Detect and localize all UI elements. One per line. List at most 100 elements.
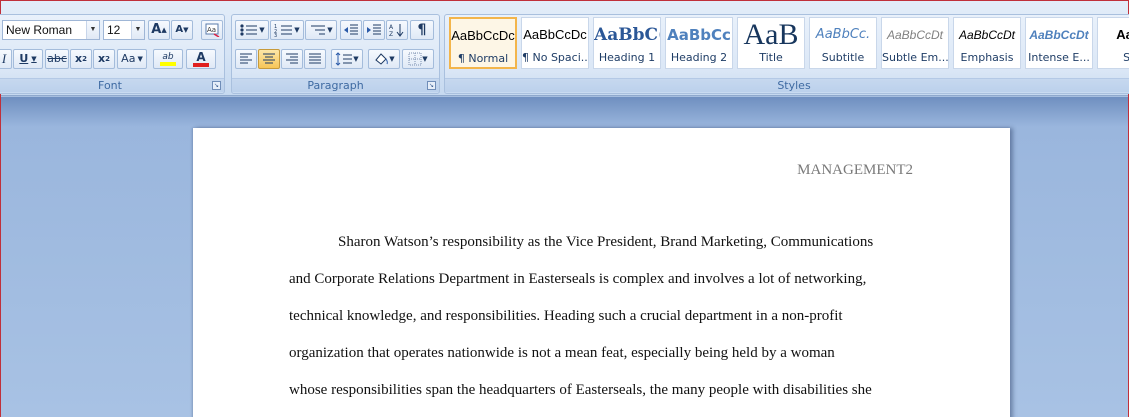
body-line: whose responsibilities span the headquar…	[289, 382, 872, 398]
paragraph-dialog-launcher-icon[interactable]: ↘	[427, 81, 436, 90]
document-area[interactable]: MANAGEMENT2 Sharon Watson’s responsibili…	[1, 97, 1128, 417]
highlight-label: ab	[162, 52, 174, 62]
style-sample: AaBbCcDc	[523, 27, 587, 42]
svg-text:Z: Z	[389, 31, 393, 37]
style-sample: AaBbC(	[594, 25, 660, 45]
svg-text:A: A	[389, 24, 394, 31]
sort-icon: AZ	[389, 24, 404, 37]
style-name: Subtitle	[821, 51, 865, 64]
bullets-icon	[240, 24, 258, 36]
decrease-indent-icon	[344, 24, 358, 35]
style-sample: AaBbCcDt	[886, 28, 944, 42]
multilevel-list-button[interactable]: ▼	[305, 20, 337, 40]
style-subtitle[interactable]: AaBbCc. Subtitle	[809, 17, 877, 69]
subscript-label: x	[75, 52, 83, 65]
body-line: technical knowledge, and responsibilitie…	[289, 308, 843, 324]
clear-formatting-button[interactable]: Aa	[201, 20, 223, 40]
font-dialog-launcher-icon[interactable]: ↘	[212, 81, 221, 90]
style-name: ¶ No Spaci...	[522, 51, 588, 64]
font-name-value: New Roman	[6, 23, 73, 37]
font-color-label: A	[196, 50, 206, 64]
style-name: ¶ Normal	[457, 52, 509, 65]
subscript-button[interactable]: x2	[70, 49, 92, 69]
style-sample: AaBbCc.	[815, 27, 871, 42]
style-subtle-em[interactable]: AaBbCcDt Subtle Em...	[881, 17, 949, 69]
style-name: Str	[1098, 50, 1129, 66]
style-str[interactable]: AaBl Str	[1097, 17, 1129, 69]
style-sample: AaBbCcDc	[451, 28, 515, 43]
change-case-button[interactable]: Aa ▼	[117, 49, 147, 69]
shading-button[interactable]: ▼	[368, 49, 400, 69]
font-name-combo[interactable]: New Roman ▼	[2, 20, 100, 40]
borders-button[interactable]: ▼	[402, 49, 434, 69]
style-name: Subtle Em...	[882, 51, 948, 64]
shrink-font-icon: A	[175, 24, 184, 35]
style-sample: AaBbCc	[667, 26, 731, 44]
style-name: Heading 2	[670, 51, 728, 64]
chevron-down-icon[interactable]: ▼	[86, 21, 99, 39]
italic-button[interactable]: I	[0, 49, 12, 69]
clear-formatting-icon: Aa	[205, 23, 220, 37]
body-line: and Corporate Relations Department in Ea…	[289, 271, 867, 287]
borders-icon	[408, 52, 422, 66]
font-color-button[interactable]: A	[186, 49, 216, 69]
body-line: Sharon Watson’s responsibility as the Vi…	[338, 234, 874, 250]
increase-indent-button[interactable]	[363, 20, 385, 40]
font-size-value: 12	[107, 23, 121, 37]
body-line: organization that operates nationwide is…	[289, 345, 835, 361]
justify-icon	[309, 53, 321, 64]
align-center-button[interactable]	[258, 49, 280, 69]
justify-button[interactable]	[304, 49, 326, 69]
superscript-label: x	[98, 52, 106, 65]
change-case-label: Aa	[121, 52, 136, 65]
style-sample: AaBl	[1116, 27, 1129, 42]
show-marks-button[interactable]: ¶	[410, 20, 434, 40]
style-intense-e[interactable]: AaBbCcDt Intense E...	[1025, 17, 1093, 69]
style-normal[interactable]: AaBbCcDc ¶ Normal	[449, 17, 517, 69]
strikethrough-button[interactable]: abc	[45, 49, 69, 69]
highlight-button[interactable]: ab	[153, 49, 183, 69]
paragraph-group-label: Paragraph	[232, 78, 439, 92]
font-color-bar	[193, 63, 209, 67]
grow-font-button[interactable]: A ▲	[148, 20, 170, 40]
strikethrough-label: abc	[47, 52, 67, 65]
style-sample: AaB	[743, 18, 799, 50]
sort-button[interactable]: AZ	[386, 20, 408, 40]
align-right-icon	[286, 53, 298, 64]
align-right-button[interactable]	[281, 49, 303, 69]
style-heading-2[interactable]: AaBbCc Heading 2	[665, 17, 733, 69]
bullets-button[interactable]: ▼	[235, 20, 269, 40]
grow-font-icon: A	[151, 22, 162, 37]
document-page[interactable]: MANAGEMENT2 Sharon Watson’s responsibili…	[193, 128, 1010, 417]
style-no-spaci[interactable]: AaBbCcDc ¶ No Spaci...	[521, 17, 589, 69]
line-spacing-button[interactable]: ▼	[331, 49, 363, 69]
paragraph-group: ▼ 1 2 3 ▼ ▼ AZ ¶ ▼ ▼ ▼ Paragraph ↘	[231, 14, 440, 94]
increase-indent-icon	[367, 24, 381, 35]
font-group: New Roman ▼ 12 ▼ A▲ A▼ Aa I U▼ abc x2	[0, 14, 225, 94]
styles-group-label: Styles	[445, 78, 1129, 92]
underline-label: U	[19, 52, 29, 65]
align-center-icon	[263, 53, 275, 64]
multilevel-list-icon	[311, 25, 326, 35]
style-name: Heading 1	[598, 51, 656, 64]
font-size-combo[interactable]: 12 ▼	[103, 20, 145, 40]
style-sample: AaBbCcDt	[958, 28, 1016, 42]
style-name: Emphasis	[960, 51, 1014, 64]
numbering-icon: 123	[274, 24, 293, 37]
numbering-button[interactable]: 1 2 3 ▼	[270, 20, 304, 40]
page-header: MANAGEMENT2	[797, 162, 913, 178]
chevron-down-icon[interactable]: ▼	[131, 21, 144, 39]
style-name: Intense E...	[1028, 51, 1090, 64]
decrease-indent-button[interactable]	[340, 20, 362, 40]
style-title[interactable]: AaB Title	[737, 17, 805, 69]
shrink-font-button[interactable]: A ▼	[171, 20, 193, 40]
align-left-button[interactable]	[235, 49, 257, 69]
line-spacing-icon	[335, 52, 353, 66]
italic-label: I	[1, 51, 7, 66]
svg-text:Aa: Aa	[207, 26, 216, 34]
style-name: Title	[759, 51, 783, 64]
underline-button[interactable]: U ▼	[13, 49, 43, 69]
superscript-button[interactable]: x2	[93, 49, 115, 69]
style-emphasis[interactable]: AaBbCcDt Emphasis	[953, 17, 1021, 69]
style-heading-1[interactable]: AaBbC( Heading 1	[593, 17, 661, 69]
